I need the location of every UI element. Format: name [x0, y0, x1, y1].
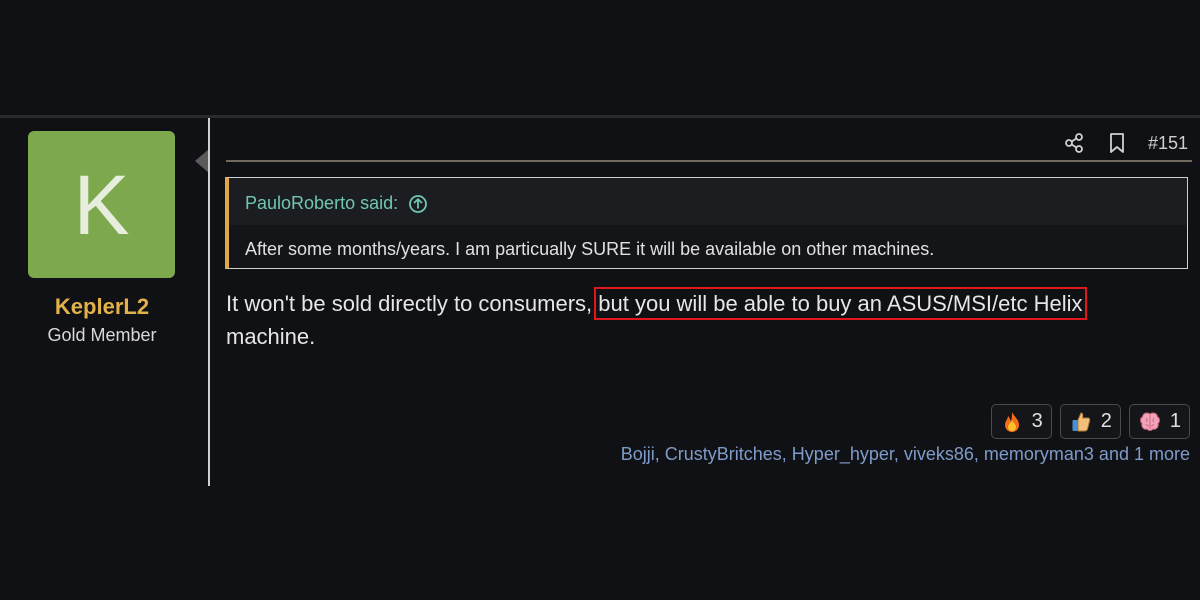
reaction-fire[interactable]: 3: [990, 404, 1052, 439]
share-icon[interactable]: [1063, 132, 1085, 154]
quote-author: PauloRoberto said:: [245, 193, 399, 213]
reaction-count: 3: [1031, 410, 1043, 432]
quote-header: PauloRoberto said:: [229, 178, 1187, 225]
reaction-thumbs-up[interactable]: 2: [1059, 404, 1121, 439]
avatar-letter: K: [73, 157, 130, 252]
reactors-list[interactable]: Bojji, CrustyBritches, Hyper_hyper, vive…: [621, 444, 1190, 465]
brain-icon: [1139, 412, 1160, 431]
message-pointer: [195, 149, 209, 173]
quote-block: PauloRoberto said: After some months/yea…: [225, 177, 1188, 269]
quote-author-link[interactable]: PauloRoberto said:: [245, 193, 428, 214]
username[interactable]: KeplerL2: [0, 294, 204, 320]
arrow-up-circle-icon[interactable]: [408, 194, 428, 214]
thumbs-up-icon: [1072, 411, 1090, 431]
post-header-divider: [226, 160, 1192, 162]
post-body: It won't be sold directly to consumers, …: [226, 287, 1166, 353]
quote-text: After some months/years. I am particuall…: [245, 239, 935, 259]
avatar[interactable]: K: [28, 131, 175, 278]
reaction-count: 1: [1169, 410, 1181, 432]
top-divider: [0, 115, 1200, 118]
body-text-part1: It won't be sold directly to consumers,: [226, 291, 593, 316]
post-number[interactable]: #151: [1148, 133, 1188, 154]
body-text-part2: machine.: [226, 324, 316, 349]
reaction-count: 2: [1100, 410, 1112, 432]
highlighted-text: but you will be able to buy an ASUS/MSI/…: [594, 287, 1087, 320]
reactions-bar: 3 2 1: [990, 404, 1190, 439]
user-title: Gold Member: [47, 325, 157, 345]
reaction-brain[interactable]: 1: [1128, 404, 1190, 439]
message-cell-border: [208, 118, 210, 486]
fire-icon: [1004, 411, 1019, 432]
bookmark-icon[interactable]: [1106, 132, 1128, 154]
